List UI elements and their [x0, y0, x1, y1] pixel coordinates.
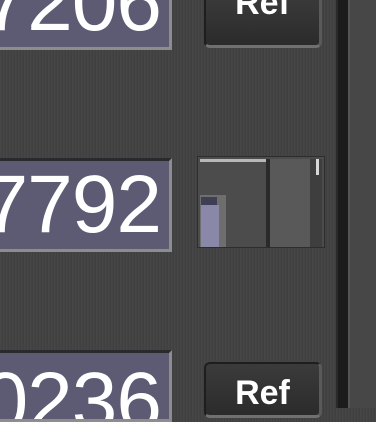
- value-text-2: 7792: [0, 159, 162, 250]
- value-field-1[interactable]: 7206: [0, 0, 172, 50]
- ref-button-1-label: Ref: [235, 0, 290, 22]
- preview-image-icon: [198, 157, 324, 247]
- value-text-1: 7206: [0, 0, 162, 48]
- ref-button-1[interactable]: Ref: [204, 0, 322, 48]
- side-panel: [350, 0, 376, 408]
- preview-thumbnail: [197, 156, 325, 248]
- value-text-3: 0236: [0, 356, 162, 422]
- value-field-2[interactable]: 7792: [0, 158, 172, 252]
- ref-button-2[interactable]: Ref: [204, 362, 322, 418]
- ref-button-2-label: Ref: [235, 374, 290, 412]
- panel-divider: [336, 0, 350, 408]
- value-field-3[interactable]: 0236: [0, 350, 172, 422]
